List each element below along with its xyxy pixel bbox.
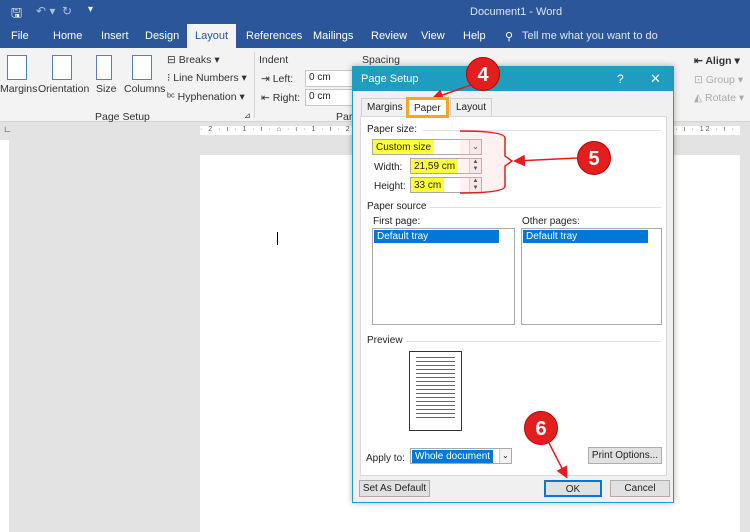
arrow-6 [548,442,568,479]
bracket-annotation [459,130,514,194]
tab-paper[interactable]: Paper [406,97,449,118]
arrow-5 [513,154,578,167]
annotation-overlay [431,83,578,479]
step-6-badge: 6 [524,411,558,445]
arrow-4 [431,83,475,101]
step-5-badge: 5 [577,141,611,175]
step-4-badge: 4 [466,57,500,91]
